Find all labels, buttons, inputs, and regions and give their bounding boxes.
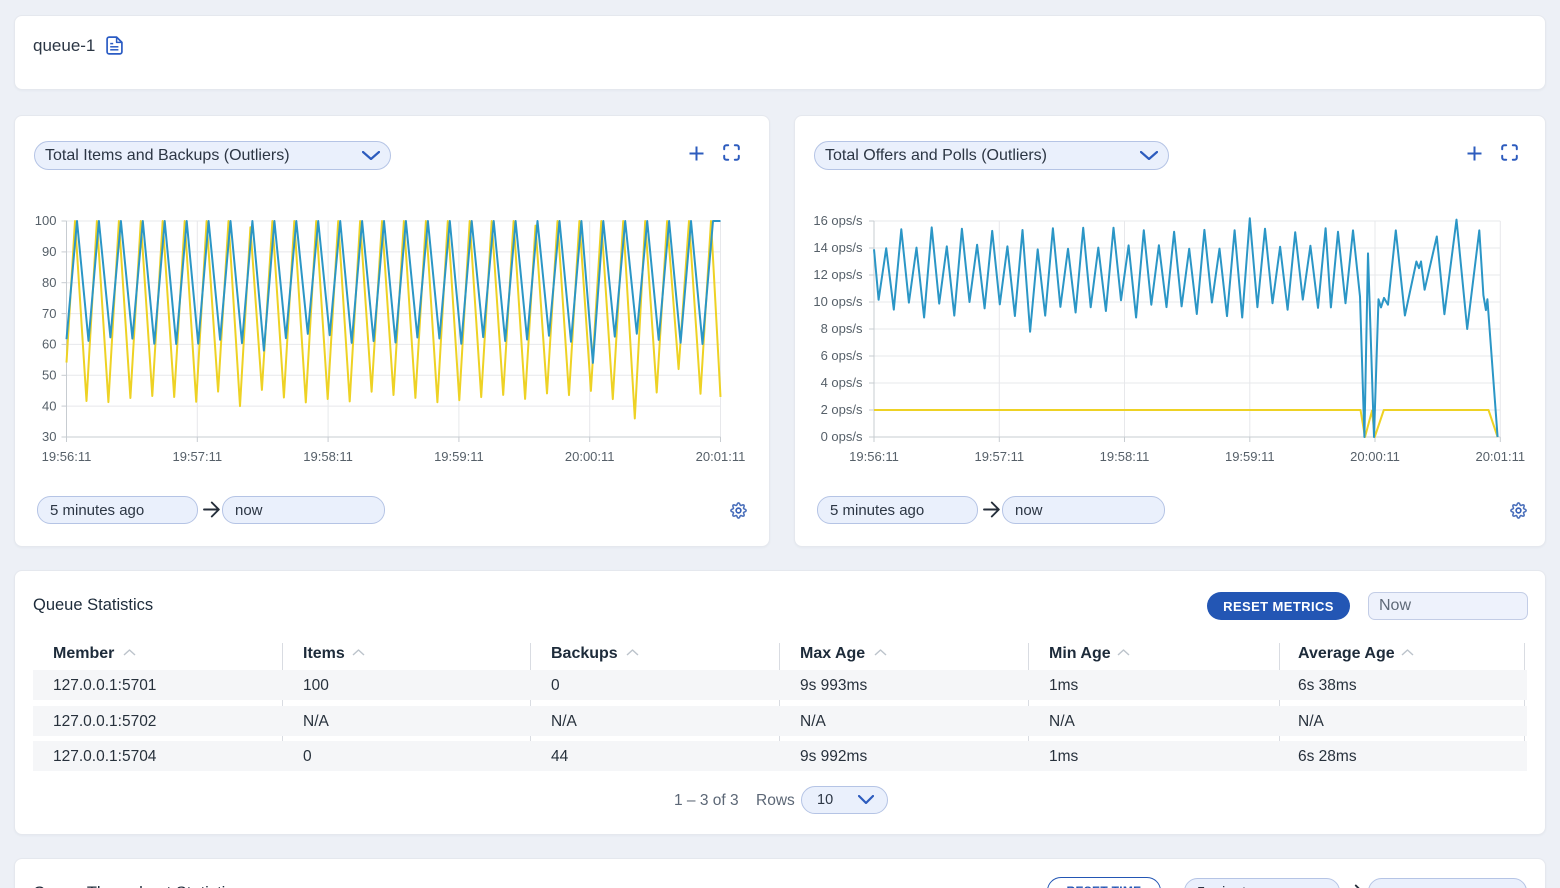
svg-text:6 ops/s: 6 ops/s xyxy=(821,348,863,363)
svg-text:19:57:11: 19:57:11 xyxy=(172,449,222,464)
svg-text:20:01:11: 20:01:11 xyxy=(696,449,746,464)
svg-text:40: 40 xyxy=(42,398,56,413)
svg-text:90: 90 xyxy=(42,244,56,259)
svg-text:20:00:11: 20:00:11 xyxy=(1350,449,1400,464)
svg-text:30: 30 xyxy=(42,429,56,444)
svg-text:20:01:11: 20:01:11 xyxy=(1475,449,1525,464)
svg-text:19:57:11: 19:57:11 xyxy=(974,449,1024,464)
svg-text:8 ops/s: 8 ops/s xyxy=(821,321,863,336)
svg-text:4 ops/s: 4 ops/s xyxy=(821,375,863,390)
svg-text:19:58:11: 19:58:11 xyxy=(303,449,353,464)
svg-text:20:00:11: 20:00:11 xyxy=(565,449,615,464)
svg-text:19:59:11: 19:59:11 xyxy=(434,449,484,464)
svg-text:19:59:11: 19:59:11 xyxy=(1225,449,1275,464)
svg-text:10 ops/s: 10 ops/s xyxy=(813,294,863,309)
svg-text:80: 80 xyxy=(42,275,56,290)
svg-text:50: 50 xyxy=(42,368,56,383)
svg-text:60: 60 xyxy=(42,337,56,352)
svg-text:100: 100 xyxy=(35,213,57,228)
svg-text:12 ops/s: 12 ops/s xyxy=(813,267,863,282)
svg-text:19:58:11: 19:58:11 xyxy=(1100,449,1150,464)
svg-text:70: 70 xyxy=(42,306,56,321)
svg-text:19:56:11: 19:56:11 xyxy=(849,449,899,464)
svg-text:16 ops/s: 16 ops/s xyxy=(813,213,863,228)
svg-text:14 ops/s: 14 ops/s xyxy=(813,240,863,255)
svg-text:19:56:11: 19:56:11 xyxy=(42,449,92,464)
svg-text:0 ops/s: 0 ops/s xyxy=(821,429,863,444)
svg-text:2 ops/s: 2 ops/s xyxy=(821,402,863,417)
